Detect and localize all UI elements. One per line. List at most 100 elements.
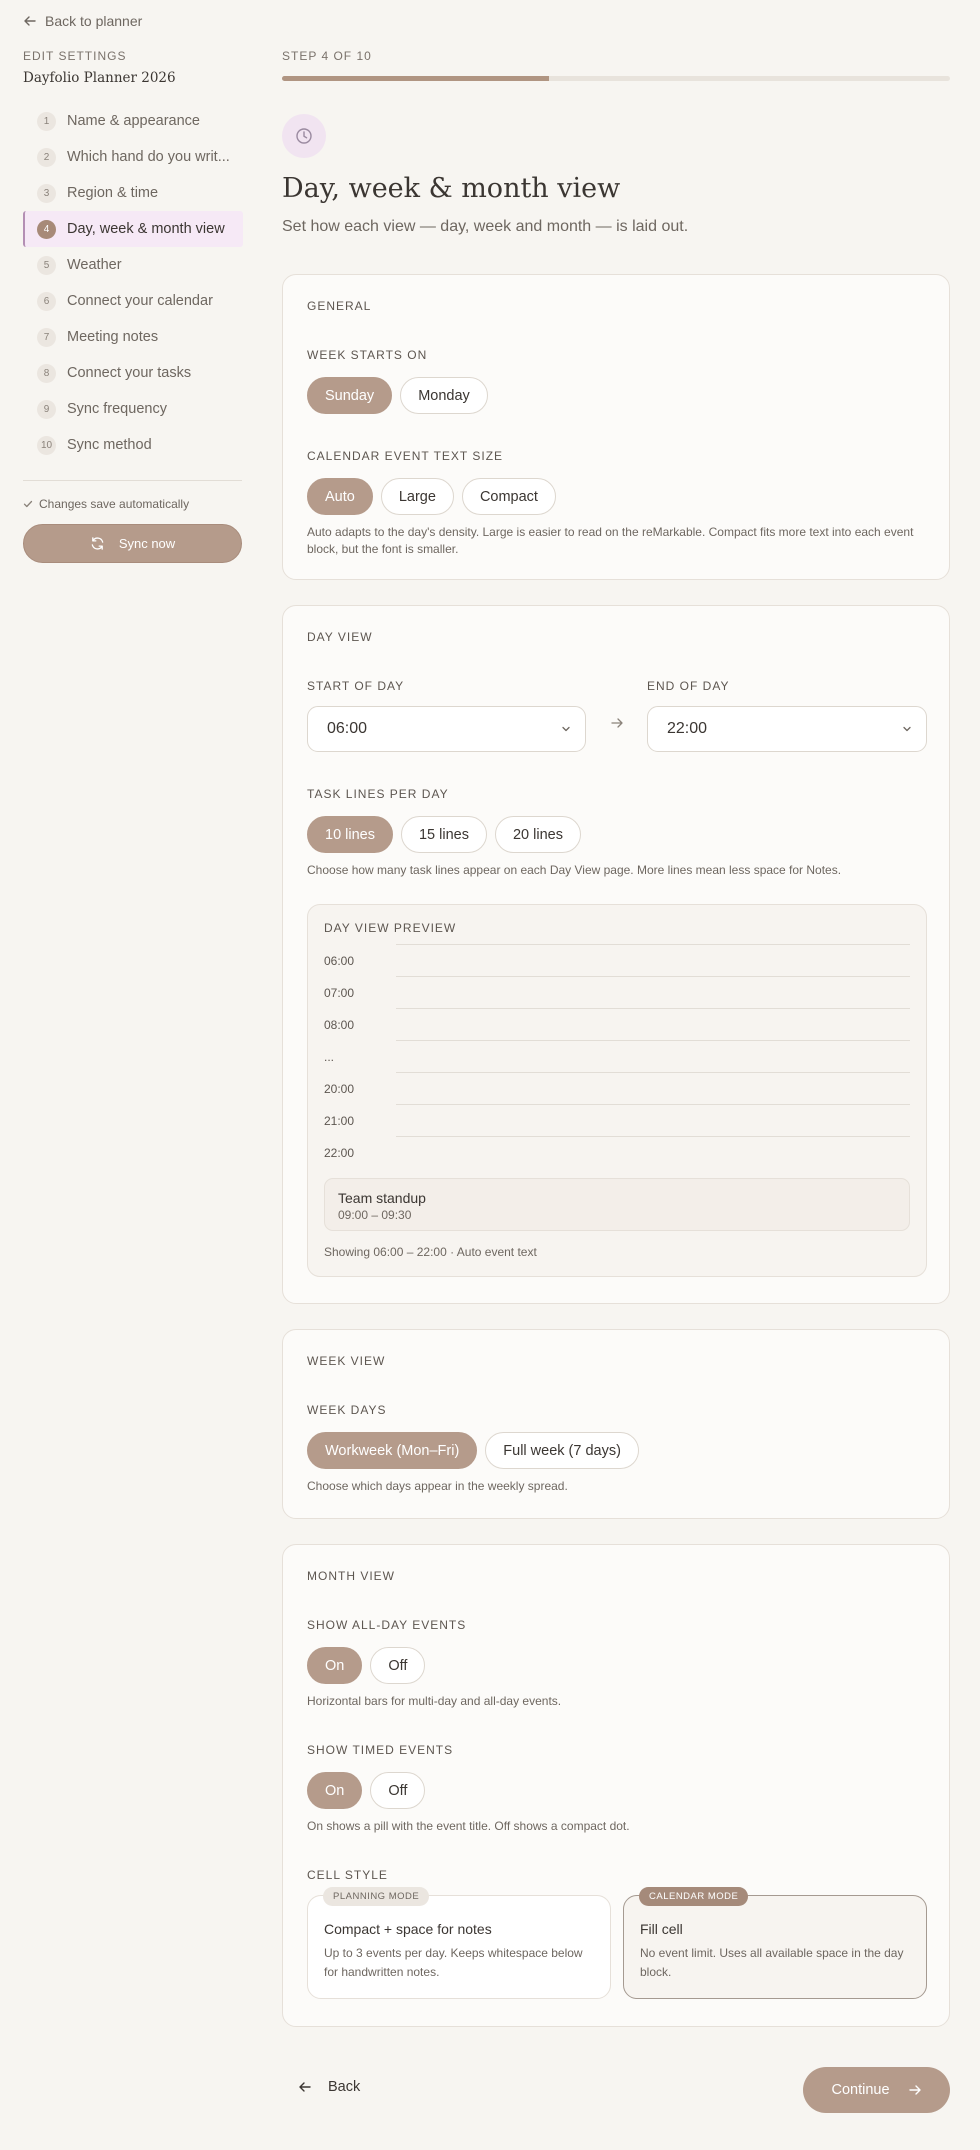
step-label: Sync method xyxy=(67,437,152,453)
check-icon xyxy=(23,500,33,508)
arrow-left-icon xyxy=(299,2082,311,2092)
task-lines-15-option[interactable]: 15 lines xyxy=(400,816,487,853)
preview-footer: Showing 06:00 – 22:00 · Auto event text xyxy=(324,1245,537,1259)
timed-events-on-option[interactable]: On xyxy=(307,1772,363,1809)
text-size-label: CALENDAR EVENT TEXT SIZE xyxy=(307,449,504,463)
cell-style-desc: Up to 3 events per day. Keeps whitespace… xyxy=(324,1946,583,1979)
step-item-sync-method[interactable]: 10 Sync method xyxy=(23,427,243,463)
step-number: 8 xyxy=(37,363,56,383)
preview-event: Team standup 09:00 – 09:30 xyxy=(324,1178,910,1231)
preview-line xyxy=(396,1136,910,1137)
sidebar-divider xyxy=(23,480,242,481)
sync-now-button[interactable]: Sync now xyxy=(23,524,242,563)
step-item-region-time[interactable]: 3 Region & time xyxy=(23,175,243,211)
step-item-meeting-notes[interactable]: 7 Meeting notes xyxy=(23,319,243,355)
week-days-full-week-option[interactable]: Full week (7 days) xyxy=(485,1432,639,1469)
arrow-right-icon xyxy=(610,716,624,733)
chevron-down-icon xyxy=(903,726,911,732)
timed-events-label: SHOW TIMED EVENTS xyxy=(307,1743,454,1757)
back-button[interactable]: Back xyxy=(298,2079,360,2095)
step-label: Region & time xyxy=(67,185,159,201)
step-item-calendar[interactable]: 6 Connect your calendar xyxy=(23,283,243,319)
step-label: Meeting notes xyxy=(67,329,159,345)
step-counter: STEP 4 OF 10 xyxy=(282,49,372,63)
progress-bar xyxy=(282,76,950,81)
day-view-title: DAY VIEW xyxy=(307,630,373,644)
general-card: GENERAL WEEK STARTS ON Sunday Monday CAL… xyxy=(282,274,950,580)
text-size-large-option[interactable]: Large xyxy=(380,478,454,515)
preview-row: 21:00 xyxy=(324,1104,910,1136)
step-item-handedness[interactable]: 2 Which hand do you writ... xyxy=(23,139,243,175)
week-days-help: Choose which days appear in the weekly s… xyxy=(307,1479,568,1493)
allday-events-off-option[interactable]: Off xyxy=(370,1647,426,1684)
text-size-help: Auto adapts to the day's density. Large … xyxy=(307,525,914,556)
task-lines-options: 10 lines 15 lines 20 lines xyxy=(307,816,581,853)
text-size-compact-option[interactable]: Compact xyxy=(461,478,556,515)
timed-events-off-option[interactable]: Off xyxy=(370,1772,426,1809)
step-number: 5 xyxy=(37,255,56,275)
step-label: Day, week & month view xyxy=(67,221,225,237)
step-item-name-appearance[interactable]: 1 Name & appearance xyxy=(23,103,243,139)
chevron-down-icon xyxy=(562,726,570,732)
month-view-card: MONTH VIEW SHOW ALL-DAY EVENTS On Off Ho… xyxy=(282,1544,950,2027)
step-number: 2 xyxy=(37,147,56,167)
preview-event-name: Team standup xyxy=(338,1190,426,1206)
task-lines-help: Choose how many task lines appear on eac… xyxy=(307,863,842,877)
preview-time: 22:00 xyxy=(324,1146,355,1160)
back-to-planner-link[interactable]: Back to planner xyxy=(23,13,142,29)
cell-style-planning-option[interactable]: PLANNING MODE Compact + space for notes … xyxy=(307,1887,611,1999)
progress-fill xyxy=(282,76,550,81)
task-lines-label: TASK LINES PER DAY xyxy=(307,787,449,801)
allday-events-options: On Off xyxy=(307,1647,426,1684)
step-item-views-active[interactable]: 4 Day, week & month view xyxy=(23,211,243,247)
end-of-day-label: END OF DAY xyxy=(647,679,730,693)
planning-mode-tag: PLANNING MODE xyxy=(323,1887,430,1906)
step-item-tasks[interactable]: 8 Connect your tasks xyxy=(23,355,243,391)
sync-now-label: Sync now xyxy=(118,536,176,551)
day-view-card: DAY VIEW START OF DAY END OF DAY 06:00 2… xyxy=(282,605,950,1304)
cell-style-label: CELL STYLE xyxy=(307,1868,388,1882)
week-days-options: Workweek (Mon–Fri) Full week (7 days) xyxy=(307,1432,639,1469)
arrow-right-icon xyxy=(908,2085,921,2095)
week-starts-sunday-option[interactable]: Sunday xyxy=(307,377,393,414)
general-title: GENERAL xyxy=(307,299,372,313)
week-days-label: WEEK DAYS xyxy=(307,1403,387,1417)
continue-button[interactable]: Continue xyxy=(803,2067,950,2113)
sync-icon xyxy=(91,537,104,550)
preview-row: 07:00 xyxy=(324,976,910,1008)
autosave-status: Changes save automatically xyxy=(23,497,189,511)
step-item-weather[interactable]: 5 Weather xyxy=(23,247,243,283)
preview-time: 07:00 xyxy=(324,986,355,1000)
cell-style-title: Fill cell xyxy=(640,1921,683,1937)
step-label: Which hand do you writ... xyxy=(67,149,230,165)
back-label: Back xyxy=(328,2079,361,2095)
start-of-day-value: 06:00 xyxy=(327,720,368,737)
start-of-day-select[interactable]: 06:00 xyxy=(307,706,586,752)
end-of-day-select[interactable]: 22:00 xyxy=(647,706,927,752)
preview-time: 21:00 xyxy=(324,1114,355,1128)
step-item-sync-frequency[interactable]: 9 Sync frequency xyxy=(23,391,243,427)
week-starts-monday-option[interactable]: Monday xyxy=(400,377,488,414)
text-size-auto-option[interactable]: Auto xyxy=(307,478,373,515)
cell-style-calendar-option[interactable]: CALENDAR MODE Fill cell No event limit. … xyxy=(623,1887,927,1999)
task-lines-10-option[interactable]: 10 lines xyxy=(307,816,393,853)
continue-label: Continue xyxy=(831,2082,890,2098)
week-days-workweek-option[interactable]: Workweek (Mon–Fri) xyxy=(307,1432,478,1469)
preview-event-time: 09:00 – 09:30 xyxy=(338,1208,412,1222)
preview-line xyxy=(396,1104,910,1105)
sidebar: Back to planner EDIT SETTINGS Dayfolio P… xyxy=(0,0,266,2150)
preview-row: 08:00 xyxy=(324,1008,910,1040)
preview-time: 08:00 xyxy=(324,1018,355,1032)
step-label: Connect your calendar xyxy=(67,293,213,309)
preview-row: 06:00 xyxy=(324,944,910,976)
task-lines-20-option[interactable]: 20 lines xyxy=(494,816,581,853)
step-number: 4 xyxy=(37,219,56,239)
preview-title: DAY VIEW PREVIEW xyxy=(324,921,457,935)
preview-line xyxy=(396,976,910,977)
day-view-preview: DAY VIEW PREVIEW 06:00 07:00 08:00 ... 2… xyxy=(307,904,927,1277)
arrow-left-icon xyxy=(24,16,36,26)
edit-settings-label: EDIT SETTINGS xyxy=(23,49,127,63)
page-title: Day, week & month view xyxy=(282,173,621,204)
calendar-mode-tag: CALENDAR MODE xyxy=(639,1887,749,1906)
allday-events-on-option[interactable]: On xyxy=(307,1647,363,1684)
